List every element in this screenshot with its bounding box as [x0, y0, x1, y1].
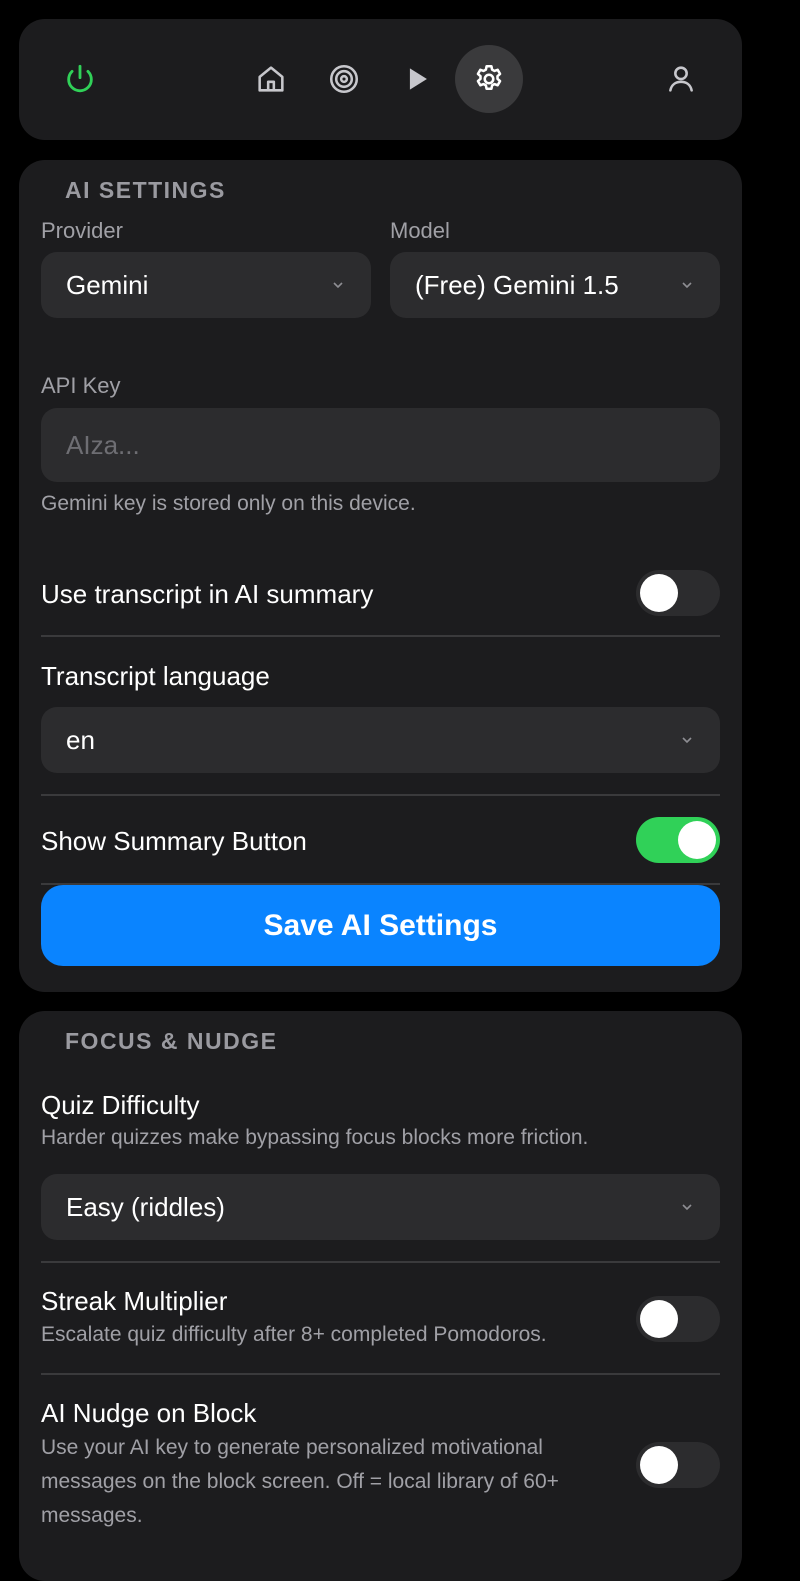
streak-multiplier-label: Streak Multiplier — [41, 1286, 228, 1316]
show-summary-button-toggle[interactable] — [636, 817, 720, 863]
divider — [41, 1261, 720, 1263]
toggle-knob — [678, 821, 716, 859]
ai-settings-card: AI SETTINGS Provider Gemini Model (Free)… — [19, 160, 742, 992]
focus-nudge-title: FOCUS & NUDGE — [65, 1028, 278, 1054]
ai-nudge-description: Use your AI key to generate personalized… — [41, 1436, 559, 1527]
use-transcript-toggle[interactable] — [636, 570, 720, 616]
provider-value: Gemini — [66, 269, 149, 300]
transcript-language-value: en — [66, 724, 95, 755]
ai-nudge-label: AI Nudge on Block — [41, 1398, 257, 1428]
api-key-hint: Gemini key is stored only on this device… — [41, 492, 416, 515]
chevron-down-icon — [682, 282, 692, 289]
top-nav-bar — [19, 19, 742, 140]
home-icon — [258, 66, 284, 92]
quiz-difficulty-value: Easy (riddles) — [66, 1191, 225, 1222]
divider — [41, 1373, 720, 1375]
ai-settings-title: AI SETTINGS — [65, 177, 226, 203]
quiz-difficulty-description: Harder quizzes make bypassing focus bloc… — [41, 1126, 589, 1149]
model-select[interactable]: (Free) Gemini 1.5 — [390, 252, 720, 318]
ai-nudge-toggle[interactable] — [636, 1442, 720, 1488]
power-icon — [67, 64, 93, 93]
chevron-down-icon — [682, 1204, 692, 1211]
transcript-language-select[interactable]: en — [41, 707, 720, 773]
toggle-knob — [640, 1300, 678, 1338]
api-key-label: API Key — [41, 373, 121, 398]
streak-multiplier-toggle[interactable] — [636, 1296, 720, 1342]
toggle-knob — [640, 574, 678, 612]
model-value: (Free) Gemini 1.5 — [415, 269, 619, 300]
chevron-down-icon — [682, 737, 692, 744]
api-key-input[interactable] — [41, 408, 720, 482]
show-summary-button-label: Show Summary Button — [41, 826, 307, 856]
nav-settings-button[interactable] — [455, 45, 523, 113]
nav-play-button[interactable] — [383, 45, 451, 113]
divider — [41, 635, 720, 637]
nav-home-button[interactable] — [237, 45, 305, 113]
power-button[interactable] — [46, 45, 114, 113]
quiz-difficulty-select[interactable]: Easy (riddles) — [41, 1174, 720, 1240]
streak-multiplier-description: Escalate quiz difficulty after 8+ comple… — [41, 1323, 547, 1346]
chevron-down-icon — [333, 282, 343, 289]
transcript-language-label: Transcript language — [41, 661, 270, 691]
divider — [41, 794, 720, 796]
profile-button[interactable] — [647, 45, 715, 113]
save-ai-settings-button[interactable]: Save AI Settings — [41, 885, 720, 966]
toggle-knob — [640, 1446, 678, 1484]
nav-focus-button[interactable] — [310, 45, 378, 113]
target-icon — [329, 64, 359, 94]
model-label: Model — [390, 218, 450, 243]
play-icon — [409, 68, 427, 90]
user-icon — [669, 66, 693, 92]
use-transcript-label: Use transcript in AI summary — [41, 579, 374, 609]
focus-nudge-card: FOCUS & NUDGE Quiz Difficulty Harder qui… — [19, 1011, 742, 1581]
gear-icon — [476, 64, 502, 91]
provider-label: Provider — [41, 218, 123, 243]
quiz-difficulty-label: Quiz Difficulty — [41, 1090, 200, 1120]
provider-select[interactable]: Gemini — [41, 252, 371, 318]
